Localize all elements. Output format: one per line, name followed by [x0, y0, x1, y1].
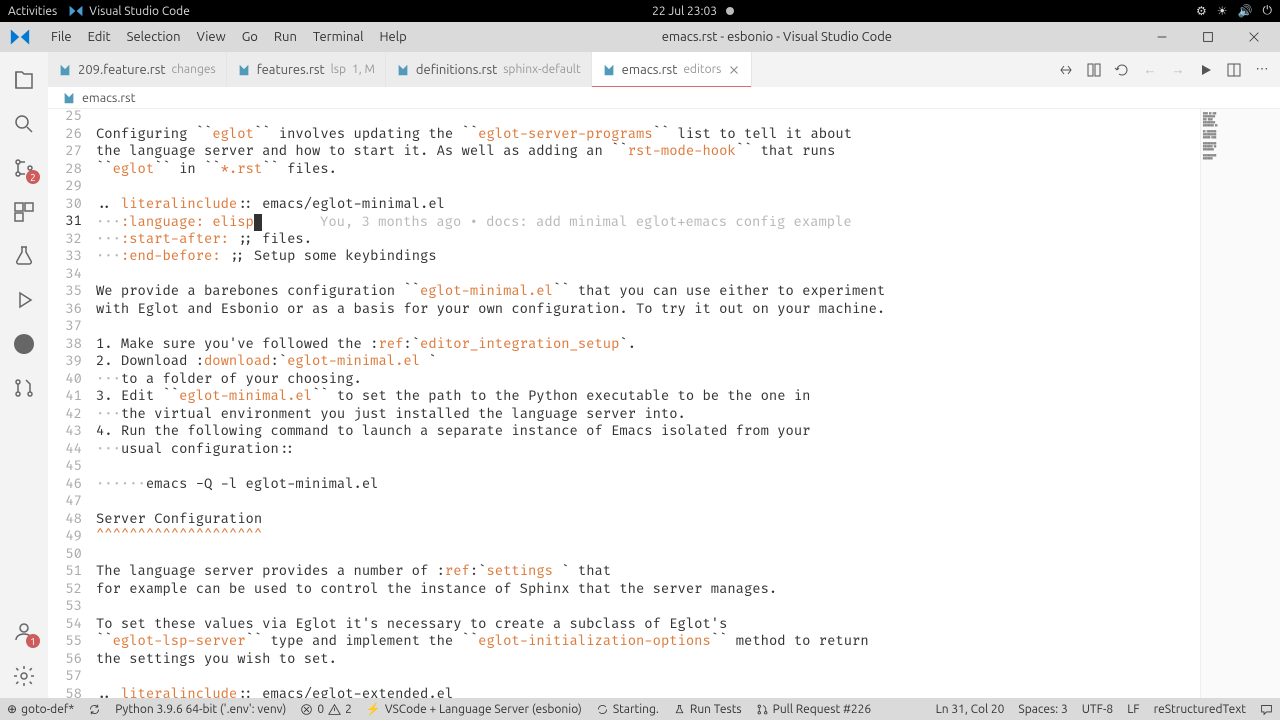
rst-file-icon	[58, 63, 72, 77]
status-language[interactable]: reStructuredText	[1147, 703, 1253, 716]
split-editor-icon[interactable]	[1224, 60, 1244, 80]
tab-dirname: sphinx-default	[503, 63, 580, 76]
compare-changes-icon[interactable]	[1056, 60, 1076, 80]
close-tab-icon[interactable]	[727, 63, 741, 77]
tab-filename: features.rst	[257, 63, 325, 77]
pull-request-icon[interactable]	[0, 366, 48, 410]
vscode-icon	[10, 27, 30, 47]
run-icon[interactable]	[1196, 60, 1216, 80]
status-goto-def[interactable]: ⊕ goto-def*	[0, 702, 81, 716]
tab-dirname: lsp	[331, 63, 346, 76]
status-encoding[interactable]: UTF-8	[1075, 703, 1120, 716]
tab-209-feature[interactable]: 209.feature.rst changes	[48, 52, 227, 87]
search-icon[interactable]	[0, 102, 48, 146]
tab-emacs[interactable]: emacs.rst editors	[592, 52, 753, 87]
os-top-bar: Activities Visual Studio Code 22 Jul 23:…	[0, 0, 1280, 22]
previous-change-icon[interactable]: ←	[1140, 60, 1160, 80]
status-eol[interactable]: LF	[1120, 703, 1146, 716]
editor[interactable]: 2526272829303132333435363738394041424344…	[48, 109, 1280, 698]
accounts-badge: 1	[26, 634, 40, 648]
tab-filename: 209.feature.rst	[78, 63, 166, 77]
activity-bar: 2 1	[0, 52, 48, 698]
accounts-icon[interactable]: 1	[0, 610, 48, 654]
rst-file-icon	[602, 63, 616, 77]
menu-selection[interactable]: Selection	[120, 26, 188, 48]
tab-filename: definitions.rst	[416, 63, 497, 77]
status-problems[interactable]: 0 2	[293, 703, 359, 716]
clock[interactable]: 22 Jul 23:03	[652, 5, 717, 18]
status-lsp[interactable]: ⚡ VSCode + Language Server (esbonio)	[359, 702, 589, 716]
menu-run[interactable]: Run	[267, 26, 304, 48]
more-actions-icon[interactable]: ⋯	[1252, 60, 1272, 80]
maximize-button[interactable]	[1186, 23, 1230, 51]
tray-icon[interactable]: ⚙	[1196, 4, 1207, 18]
tab-dirname: changes	[172, 63, 216, 76]
explorer-icon[interactable]	[0, 58, 48, 102]
debug-icon[interactable]	[0, 278, 48, 322]
tab-modified: 1, M	[352, 63, 375, 76]
activities-label[interactable]: Activities	[8, 5, 57, 18]
menu-terminal[interactable]: Terminal	[306, 26, 371, 48]
status-starting[interactable]: Starting.	[589, 703, 666, 716]
line-number-gutter: 2526272829303132333435363738394041424344…	[48, 109, 96, 698]
scm-icon[interactable]: 2	[0, 146, 48, 190]
rst-file-icon	[62, 91, 76, 105]
tab-definitions[interactable]: definitions.rst sphinx-default	[386, 52, 592, 87]
minimize-button[interactable]	[1140, 23, 1184, 51]
status-bar: ⊕ goto-def* Python 3.9.6 64-bit ('.env':…	[0, 698, 1280, 720]
scm-badge: 2	[26, 170, 40, 184]
rst-file-icon	[237, 63, 251, 77]
testing-icon[interactable]	[0, 234, 48, 278]
status-feedback-icon[interactable]	[1253, 703, 1280, 716]
menu-view[interactable]: View	[190, 26, 233, 48]
rst-file-icon	[396, 63, 410, 77]
tab-bar: 209.feature.rst changes features.rst lsp…	[0, 52, 1280, 87]
power-icon[interactable]: ⏻	[1263, 4, 1273, 18]
tab-filename: emacs.rst	[622, 63, 678, 77]
revert-icon[interactable]	[1112, 60, 1132, 80]
status-sync[interactable]	[81, 703, 108, 716]
tray-icon[interactable]: ☀	[1217, 4, 1228, 18]
next-change-icon[interactable]: →	[1168, 60, 1188, 80]
open-changes-icon[interactable]	[1084, 60, 1104, 80]
volume-icon[interactable]: 🔊	[1238, 4, 1253, 18]
menu-help[interactable]: Help	[372, 26, 413, 48]
breadcrumb-file: emacs.rst	[82, 91, 136, 105]
tab-dirname: editors	[683, 63, 721, 76]
settings-gear-icon[interactable]	[0, 654, 48, 698]
extensions-icon[interactable]	[0, 190, 48, 234]
menu-file[interactable]: File	[44, 26, 79, 48]
status-run-tests[interactable]: Run Tests	[666, 703, 749, 716]
menu-go[interactable]: Go	[235, 26, 265, 48]
close-button[interactable]	[1232, 23, 1276, 51]
app-indicator[interactable]: Visual Studio Code	[69, 4, 190, 18]
code-content[interactable]: Configuring ``eglot`` involves updating …	[96, 109, 1200, 698]
github-icon[interactable]	[0, 322, 48, 366]
minimap[interactable]: ████ ██ ███ ██████████ ███ ████ ████████…	[1200, 109, 1280, 698]
menu-bar: File Edit Selection View Go Run Terminal…	[0, 22, 1280, 52]
status-python[interactable]: Python 3.9.6 64-bit ('.env': venv)	[108, 703, 293, 716]
menu-edit[interactable]: Edit	[81, 26, 118, 48]
status-pull-request[interactable]: Pull Request #226	[749, 703, 879, 716]
window-title: emacs.rst - esbonio - Visual Studio Code	[414, 30, 1140, 44]
breadcrumb[interactable]: emacs.rst	[0, 87, 1280, 109]
status-cursor-pos[interactable]: Ln 31, Col 20	[929, 703, 1012, 716]
tab-features[interactable]: features.rst lsp 1, M	[227, 52, 386, 87]
status-spaces[interactable]: Spaces: 3	[1011, 703, 1074, 716]
notification-dot-icon[interactable]	[726, 7, 734, 15]
